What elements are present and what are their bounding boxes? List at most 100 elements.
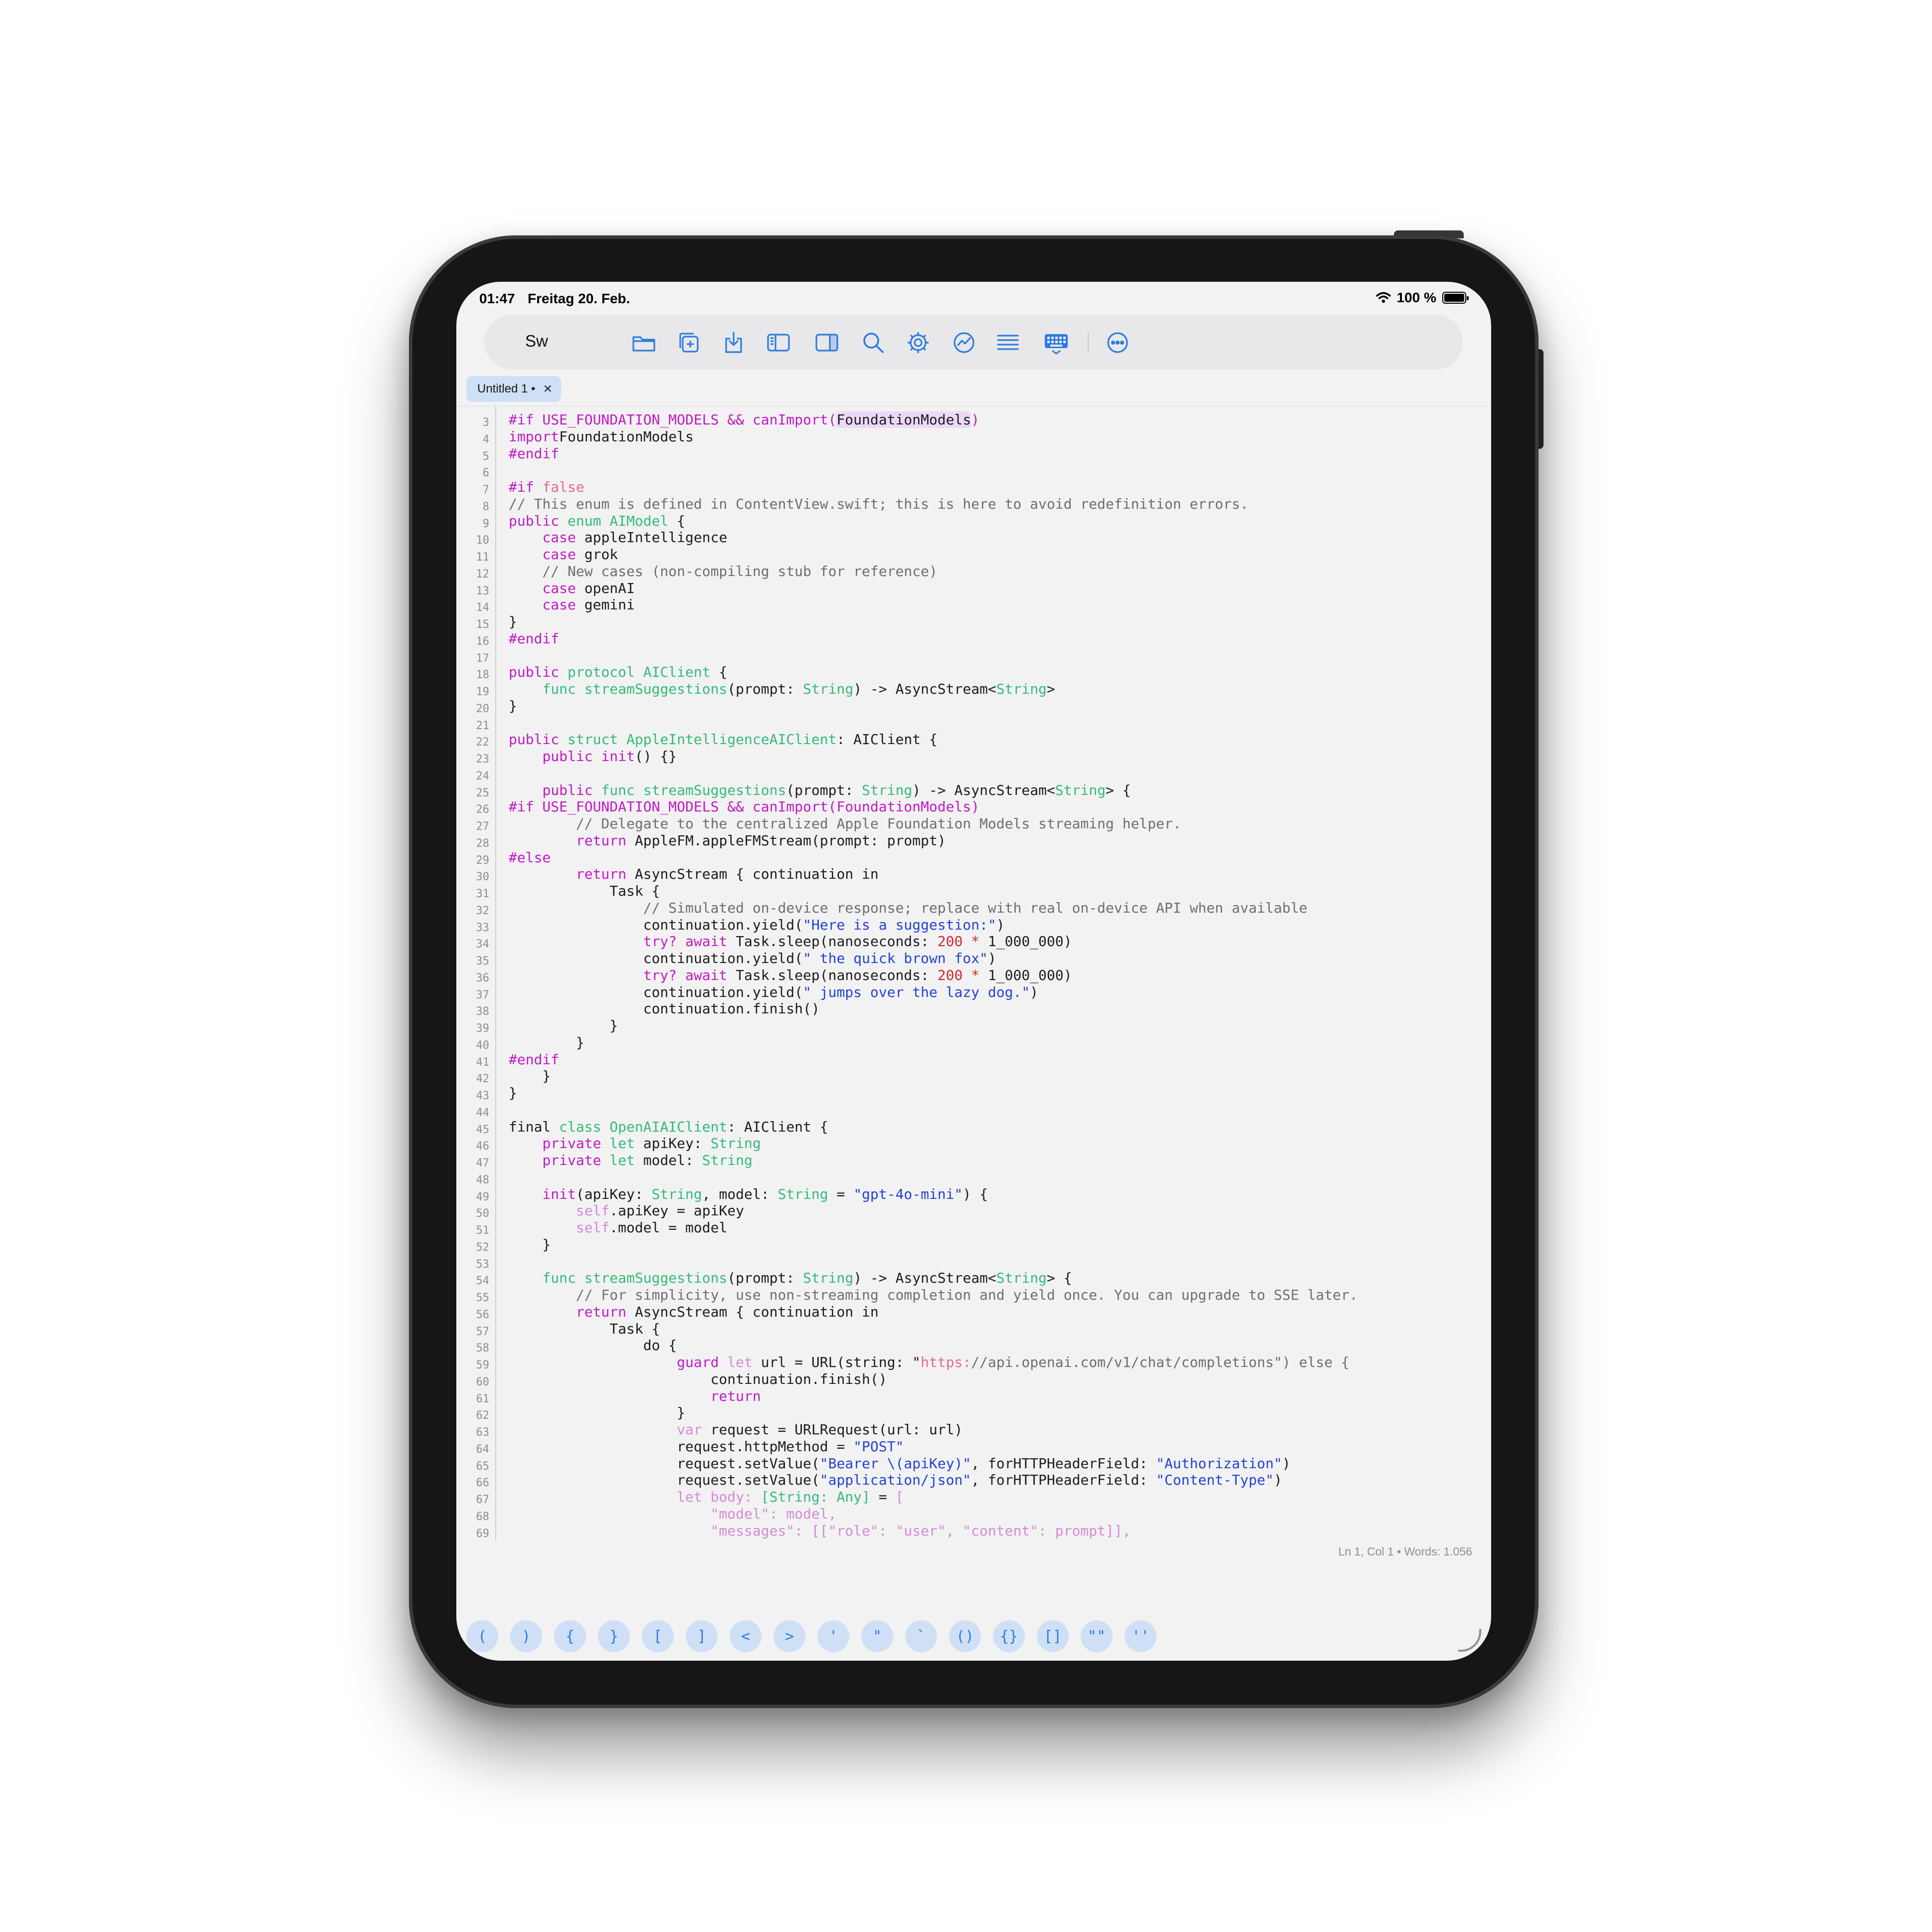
code-line[interactable]: continuation.yield(" the quick brown fox… [509,950,996,967]
code-line[interactable]: // This enum is defined in ContentView.s… [509,496,1248,513]
code-line[interactable]: return AppleFM.appleFMStream(prompt: pro… [509,832,946,849]
code-line[interactable]: } [509,1236,551,1253]
code-line[interactable]: return [509,1388,761,1405]
code-line[interactable]: public enum AIModel { [509,513,685,530]
code-line[interactable]: } [509,1034,584,1051]
bracket-key[interactable]: "" [1081,1620,1113,1652]
code-line[interactable]: continuation.finish() [509,1371,887,1388]
code-line[interactable]: // New cases (non-compiling stub for ref… [509,563,937,580]
code-line[interactable]: func streamSuggestions(prompt: String) -… [509,1270,1072,1287]
code-line[interactable]: #else [509,849,551,866]
bracket-key[interactable]: '' [1125,1620,1157,1652]
bracket-key[interactable]: ( [466,1620,498,1652]
code-line[interactable]: // Simulated on-device response; replace… [509,900,1308,917]
code-line[interactable]: self.model = model [509,1219,727,1236]
bracket-key[interactable]: } [598,1620,630,1652]
code-line[interactable]: return AsyncStream { continuation in [509,1304,879,1321]
bracket-key[interactable]: ] [686,1620,718,1652]
code-line[interactable]: // For simplicity, use non-streaming com… [509,1287,1358,1304]
line-number: 26 [476,803,490,816]
code-line[interactable]: public init() {} [509,748,677,765]
code-line[interactable]: Task { [509,883,660,900]
resize-handle[interactable] [1458,1629,1481,1652]
toolbar: Sw [484,315,1463,370]
code-line[interactable]: try? await Task.sleep(nanoseconds: 200 *… [509,933,1072,950]
bracket-key[interactable]: > [773,1620,805,1652]
bracket-key[interactable]: ' [817,1620,849,1652]
language-label[interactable]: Sw [525,332,548,351]
duplicate-icon[interactable] [676,330,701,355]
code-line[interactable]: return AsyncStream { continuation in [509,866,879,883]
code-line[interactable]: // Delegate to the centralized Apple Fou… [509,815,1181,832]
download-icon[interactable] [721,330,746,355]
code-line[interactable]: request.setValue("Bearer \(apiKey)", for… [509,1455,1291,1472]
code-line[interactable]: #if USE_FOUNDATION_MODELS && canImport(F… [509,411,979,428]
code-line[interactable]: #endif [509,1051,559,1068]
more-icon[interactable] [1105,330,1130,355]
code-line[interactable]: #endif [509,630,559,647]
code-line[interactable]: "messages": [["role": "user", "content":… [509,1523,1131,1540]
bracket-key[interactable]: ) [510,1620,542,1652]
code-line[interactable]: } [509,1017,618,1034]
code-line[interactable]: request.setValue("application/json", for… [509,1472,1282,1489]
code-line[interactable]: private let apiKey: String [509,1135,761,1152]
bracket-key[interactable]: { [554,1620,586,1652]
code-line[interactable]: } [509,613,517,630]
code-line[interactable]: } [509,698,517,715]
gear-icon[interactable] [906,330,931,355]
code-line[interactable]: } [509,1085,517,1102]
code-line[interactable]: self.apiKey = apiKey [509,1202,744,1219]
bracket-key[interactable]: " [861,1620,893,1652]
tab-untitled-1[interactable]: Untitled 1 • × [466,376,561,402]
code-line[interactable]: #if USE_FOUNDATION_MODELS && canImport(F… [509,798,979,815]
code-line[interactable]: var request = URLRequest(url: url) [509,1421,963,1438]
folder-icon[interactable] [631,330,656,355]
code-line[interactable]: } [509,1404,685,1421]
code-line[interactable]: case appleIntelligence [509,529,727,546]
code-line[interactable]: public func streamSuggestions(prompt: St… [509,782,1131,799]
code-line[interactable]: try? await Task.sleep(nanoseconds: 200 *… [509,967,1072,984]
code-line[interactable]: } [509,1068,551,1085]
sidebar-left-icon[interactable] [766,330,791,355]
search-icon[interactable] [861,330,886,355]
sidebar-right-icon[interactable] [814,330,839,355]
code-editor[interactable]: 3 4 5 6 7 8 9 10 11 12 13 14 15 16 17 18 19 20 21 22 23 24 25 2… [456,406,1491,1541]
close-icon[interactable]: × [543,382,552,396]
code-line[interactable]: init(apiKey: String, model: String = "gp… [509,1186,988,1203]
bracket-key[interactable]: < [730,1620,762,1652]
code-token: openAI [576,580,635,596]
code-line[interactable]: private let model: String [509,1152,752,1169]
code-line[interactable]: "model": model, [509,1506,837,1523]
code-line[interactable]: request.httpMethod = "POST" [509,1438,904,1455]
code-line[interactable]: continuation.yield(" jumps over the lazy… [509,984,1038,1001]
code-line[interactable]: "max_tokens": 200 [509,1539,854,1541]
code-line[interactable]: case gemini [509,596,634,613]
code-line[interactable]: case grok [509,546,618,563]
code-line[interactable]: case openAI [509,580,635,597]
line-number: 65 [476,1460,490,1473]
code-line[interactable]: continuation.yield("Here is a suggestion… [509,917,1005,934]
code-line[interactable]: public struct AppleIntelligenceAIClient:… [509,731,938,748]
code-line[interactable]: Task { [509,1321,660,1338]
list-icon[interactable] [995,330,1020,355]
code-line[interactable]: final class OpenAIAIClient: AIClient { [509,1119,828,1136]
bracket-key[interactable]: ` [905,1620,937,1652]
code-line[interactable]: func streamSuggestions(prompt: String) -… [509,681,1055,698]
code-line[interactable]: continuation.finish() [509,1000,820,1017]
code-line[interactable]: let body: [String: Any] = [ [509,1489,904,1506]
code-line[interactable]: guard let url = URL(string: "https://api… [509,1354,1350,1371]
code-line[interactable]: public protocol AIClient { [509,664,727,681]
bracket-key[interactable]: {} [993,1620,1025,1652]
code-line[interactable]: importFoundationModels [509,428,694,445]
bracket-key[interactable]: () [949,1620,981,1652]
ai-assist-icon[interactable] [952,330,976,355]
bracket-key[interactable]: [] [1037,1620,1069,1652]
keyboard-icon[interactable] [1044,330,1069,355]
code-line[interactable]: #endif [509,445,559,462]
code-line[interactable]: do { [509,1337,677,1354]
bracket-key[interactable]: [ [642,1620,674,1652]
code-line[interactable]: #if false [509,479,584,496]
